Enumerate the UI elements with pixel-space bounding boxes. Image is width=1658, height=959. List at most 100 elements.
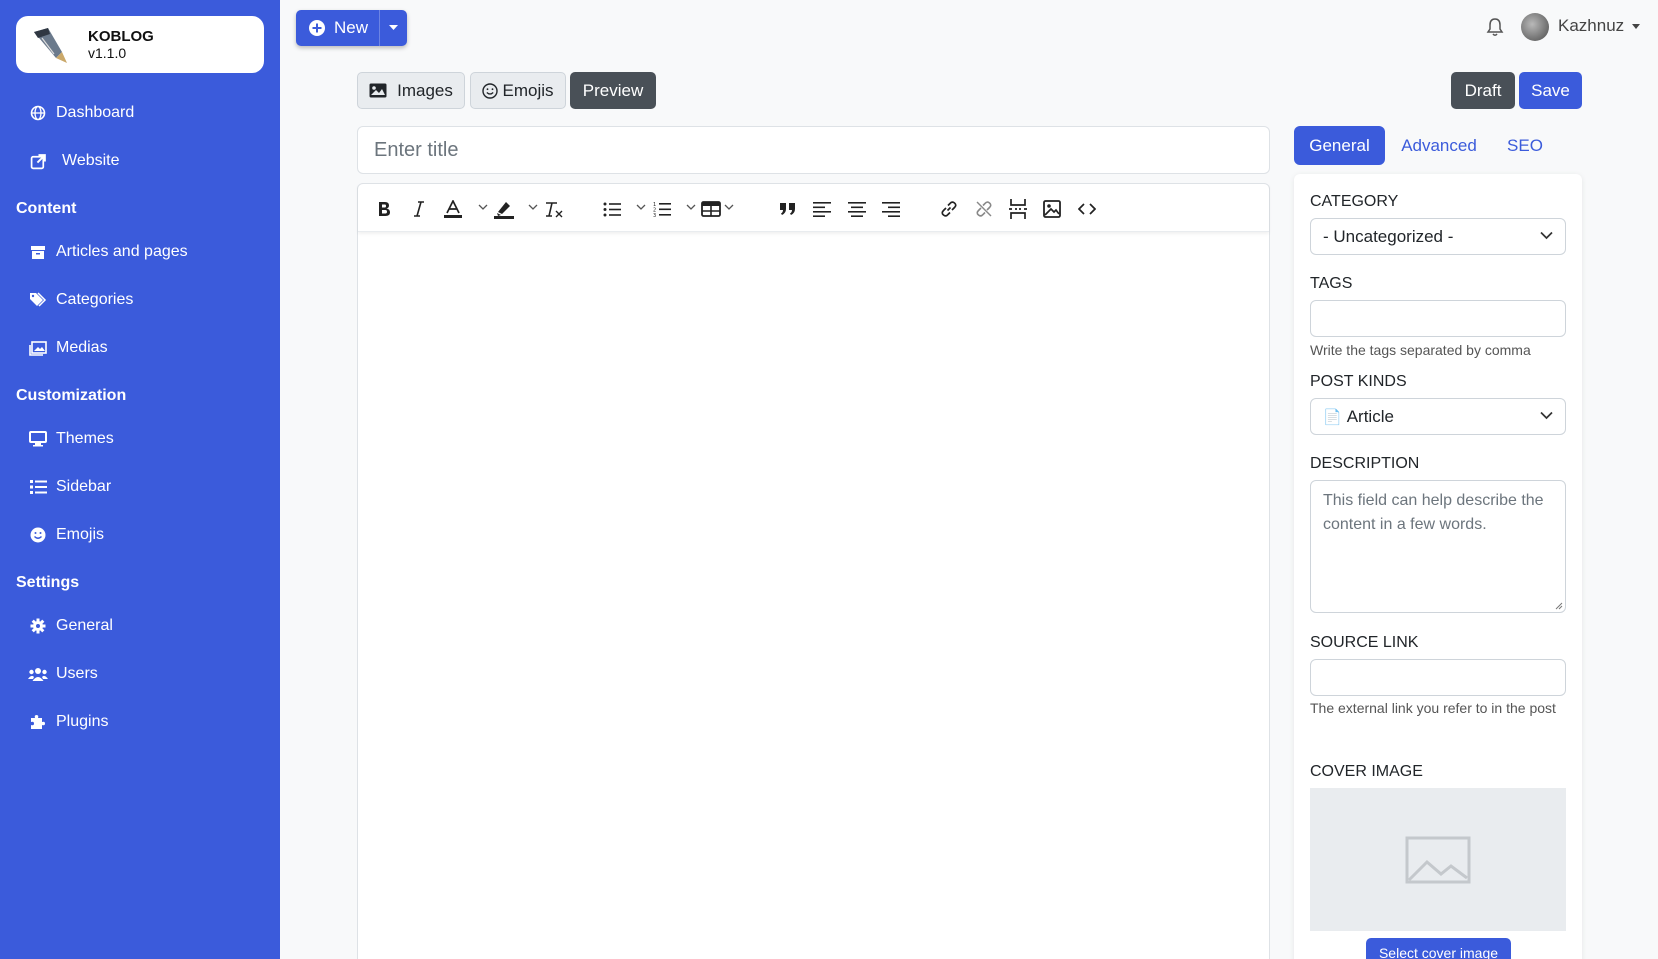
category-label: CATEGORY — [1310, 193, 1399, 210]
bullet-list-icon[interactable] — [601, 198, 623, 220]
smile-icon — [28, 525, 48, 545]
link-icon[interactable] — [938, 198, 960, 220]
sidebar-item-label: Website — [62, 152, 120, 169]
sidebar-item-label: Emojis — [56, 526, 105, 543]
bell-icon[interactable] — [1486, 17, 1504, 37]
select-cover-image-button[interactable]: Select cover image — [1366, 938, 1511, 959]
emojis-button[interactable]: Emojis — [470, 72, 566, 109]
rich-text-editor[interactable]: 123 — [357, 183, 1270, 959]
tab-label: SEO — [1507, 135, 1543, 155]
description-textarea[interactable]: This field can help describe the content… — [1310, 480, 1566, 613]
save-button-label: Save — [1531, 80, 1570, 100]
sidebar-item-dashboard[interactable]: Dashboard — [28, 100, 134, 126]
tags-icon — [28, 290, 48, 310]
new-button[interactable]: New — [296, 10, 407, 46]
external-link-icon — [28, 151, 48, 171]
sidebar-section-settings: Settings — [16, 574, 80, 591]
post-kinds-value: Article — [1346, 406, 1394, 426]
resize-grip-icon[interactable] — [1554, 601, 1563, 610]
image-placeholder-icon — [1405, 836, 1471, 883]
tab-advanced[interactable]: Advanced — [1393, 126, 1485, 165]
pen-logo-icon — [34, 27, 67, 63]
sidebar-item-label: Sidebar — [56, 478, 112, 495]
bold-icon[interactable] — [373, 198, 395, 220]
chevron-down-icon[interactable] — [636, 204, 646, 212]
smile-icon — [482, 82, 499, 99]
sidebar-item-label: Plugins — [56, 713, 109, 730]
text-color-icon[interactable] — [442, 198, 464, 220]
chevron-down-icon — [1540, 411, 1553, 420]
sidebar-item-plugins[interactable]: Plugins — [28, 709, 108, 735]
sidebar-item-users[interactable]: Users — [28, 661, 98, 687]
draft-button[interactable]: Draft — [1451, 72, 1515, 109]
sidebar-section-content: Content — [16, 200, 77, 217]
brand-version: v1.1.0 — [88, 44, 127, 61]
username: Kazhnuz — [1558, 16, 1625, 35]
sidebar-item-themes[interactable]: Themes — [28, 426, 114, 452]
highlight-icon[interactable] — [493, 198, 515, 220]
italic-icon[interactable] — [408, 198, 430, 220]
draft-button-label: Draft — [1464, 80, 1502, 100]
new-button-main[interactable]: New — [296, 10, 379, 46]
post-kinds-label: POST KINDS — [1310, 373, 1407, 390]
tags-input[interactable] — [1310, 300, 1566, 337]
list-icon — [28, 477, 48, 497]
image-icon — [369, 83, 387, 98]
sidebar-item-sidebar[interactable]: Sidebar — [28, 474, 111, 500]
avatar[interactable] — [1521, 13, 1549, 41]
caret-down-icon — [1632, 23, 1641, 29]
description-label: DESCRIPTION — [1310, 455, 1420, 472]
chevron-down-icon[interactable] — [724, 204, 734, 212]
source-code-icon[interactable] — [1076, 198, 1098, 220]
document-icon: 📄 — [1323, 408, 1342, 426]
new-dropdown-toggle[interactable] — [379, 10, 407, 46]
sidebar-item-categories[interactable]: Categories — [28, 287, 133, 313]
sidebar-item-articles[interactable]: Articles and pages — [28, 239, 188, 265]
brand-name: KOBLOG — [88, 27, 154, 45]
sidebar-item-emojis[interactable]: Emojis — [28, 522, 104, 548]
tab-general[interactable]: General — [1294, 126, 1385, 165]
description-placeholder: This field can help describe the content… — [1323, 492, 1544, 533]
align-left-icon[interactable] — [811, 198, 833, 220]
archive-icon — [28, 242, 48, 262]
category-select[interactable]: - Uncategorized - — [1310, 218, 1566, 255]
puzzle-icon — [28, 712, 48, 732]
users-icon — [28, 664, 48, 684]
images-button[interactable]: Images — [357, 72, 465, 109]
align-center-icon[interactable] — [846, 198, 868, 220]
sidebar-item-general[interactable]: General — [28, 613, 113, 639]
chevron-down-icon[interactable] — [686, 204, 696, 212]
preview-button[interactable]: Preview — [570, 72, 656, 109]
chevron-down-icon[interactable] — [478, 204, 488, 212]
brand[interactable]: KOBLOG v1.1.0 — [16, 16, 264, 73]
cover-image-placeholder[interactable] — [1310, 788, 1566, 931]
tab-label: Advanced — [1401, 135, 1477, 155]
chevron-down-icon[interactable] — [528, 204, 538, 212]
numbered-list-icon[interactable]: 123 — [651, 198, 673, 220]
user-menu[interactable]: Kazhnuz — [1558, 16, 1641, 36]
tab-seo[interactable]: SEO — [1496, 126, 1554, 165]
align-right-icon[interactable] — [880, 198, 902, 220]
title-input[interactable] — [357, 126, 1270, 174]
clear-formatting-icon[interactable] — [543, 198, 565, 220]
sidebar-item-website[interactable]: Website — [28, 148, 120, 174]
post-kinds-select[interactable]: 📄 Article — [1310, 398, 1566, 435]
sidebar-item-medias[interactable]: Medias — [28, 335, 108, 361]
desktop-icon — [28, 429, 48, 449]
cover-image-label: COVER IMAGE — [1310, 763, 1423, 780]
svg-text:3: 3 — [653, 213, 656, 217]
caret-down-icon — [389, 25, 398, 30]
blockquote-icon[interactable] — [777, 198, 799, 220]
sidebar: KOBLOG v1.1.0 Dashboard Website Content … — [0, 0, 280, 959]
sidebar-section-customization: Customization — [16, 387, 127, 404]
sidebar-item-label: Articles and pages — [56, 243, 188, 260]
table-icon[interactable] — [700, 198, 722, 220]
save-button[interactable]: Save — [1519, 72, 1582, 109]
unlink-icon[interactable] — [973, 198, 995, 220]
tags-label: TAGS — [1310, 275, 1353, 292]
page-break-icon[interactable] — [1007, 198, 1029, 220]
source-link-input[interactable] — [1310, 659, 1566, 696]
source-link-help: The external link you refer to in the po… — [1310, 700, 1556, 716]
insert-image-icon[interactable] — [1041, 198, 1063, 220]
preview-button-label: Preview — [582, 80, 644, 100]
